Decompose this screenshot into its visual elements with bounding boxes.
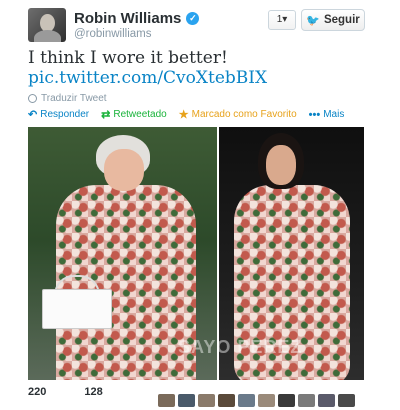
tweet-actions: ↶ Responder ⇄ Retweetado ★ Marcado como … [28, 108, 345, 122]
favorites-stat[interactable]: 128 [84, 386, 102, 398]
follow-button[interactable]: 🐦 Seguir [301, 9, 365, 31]
translate-tweet-label: Traduzir Tweet [41, 93, 107, 104]
tweet-text: I think I wore it better! [28, 48, 228, 68]
favorite-label: Marcado como Favorito [191, 109, 297, 120]
retweet-action[interactable]: ⇄ Retweetado [101, 108, 167, 121]
retweet-label: Retweetado [113, 109, 167, 120]
author-name-row: Robin Williams ✓ [74, 10, 200, 27]
globe-icon [28, 94, 37, 103]
tweet-photo-link[interactable]: pic.twitter.com/CvoXtebBIX [28, 68, 267, 88]
more-dots-icon: ••• [308, 108, 321, 121]
reply-icon: ↶ [28, 109, 38, 121]
tweet-stats: 220 128 [28, 386, 103, 398]
retweets-stat[interactable]: 220 [28, 386, 46, 398]
favoriter-avatar[interactable] [198, 394, 215, 407]
favoriter-avatar[interactable] [298, 394, 315, 407]
favoriter-avatar[interactable] [318, 394, 335, 407]
favoriter-avatar[interactable] [338, 394, 355, 407]
avatar-body [34, 30, 61, 42]
tweet-photo[interactable]: SAYO PEREZ [28, 127, 364, 380]
retweets-count: 220 [28, 386, 47, 398]
face-left [104, 149, 144, 191]
user-actions-dropdown-button[interactable]: 1▾ [268, 10, 296, 30]
favoriter-avatar[interactable] [258, 394, 275, 407]
favoriter-avatar[interactable] [158, 394, 175, 407]
translate-tweet-link[interactable]: Traduzir Tweet [28, 93, 107, 104]
more-action[interactable]: ••• Mais [309, 108, 345, 121]
follow-button-label: Seguir [323, 14, 360, 26]
favorite-action[interactable]: ★ Marcado como Favorito [179, 108, 297, 121]
author-display-name[interactable]: Robin Williams [74, 10, 181, 27]
author-username[interactable]: @robinwilliams [74, 28, 152, 40]
reply-action[interactable]: ↶ Responder [28, 108, 89, 121]
favoriter-avatar[interactable] [278, 394, 295, 407]
favorites-count: 128 [84, 386, 103, 398]
tweet-card: Robin Williams ✓ @robinwilliams 1▾ 🐦 Seg… [0, 0, 400, 410]
verified-badge-icon: ✓ [186, 12, 200, 25]
favoriters-avatar-row [158, 394, 355, 407]
face-right [266, 145, 296, 185]
favoriter-avatar[interactable] [238, 394, 255, 407]
favoriter-avatar[interactable] [218, 394, 235, 407]
photo-watermark: SAYO PEREZ [178, 337, 303, 357]
favorite-star-icon: ★ [178, 109, 189, 121]
white-handbag [42, 289, 112, 329]
reply-label: Responder [40, 109, 90, 120]
retweet-icon: ⇄ [101, 109, 111, 121]
twitter-bird-icon: 🐦 [306, 14, 320, 27]
author-avatar[interactable] [28, 8, 66, 42]
favoriter-avatar[interactable] [178, 394, 195, 407]
more-label: Mais [323, 109, 345, 120]
